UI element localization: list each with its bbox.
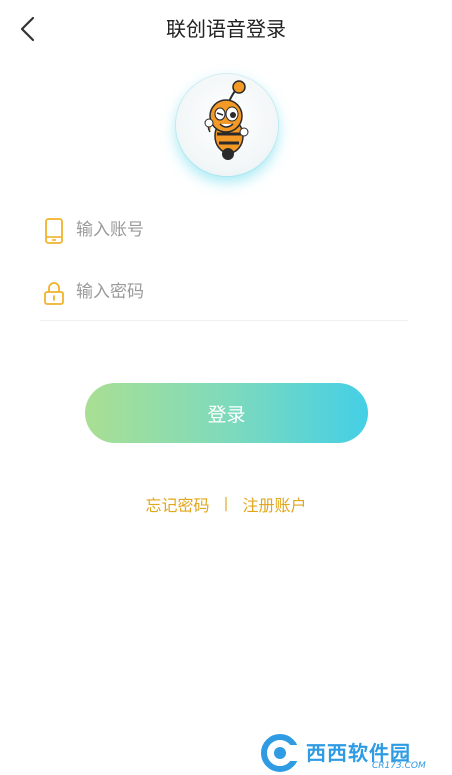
page-title: 联创语音登录: [166, 17, 286, 41]
bee-mascot-icon: [204, 80, 249, 160]
login-button[interactable]: 登录: [85, 383, 368, 443]
watermark: 西西软件园 CR173.COM: [252, 731, 452, 775]
account-input[interactable]: [76, 215, 396, 245]
header: 联创语音登录: [0, 0, 452, 56]
avatar: [176, 74, 278, 176]
watermark-logo-icon: [261, 734, 300, 772]
forgot-password-link[interactable]: 忘记密码: [146, 492, 210, 516]
register-link[interactable]: 注册账户: [242, 492, 306, 516]
password-field: [40, 263, 408, 321]
link-separator: |: [223, 496, 229, 512]
account-field: [40, 201, 408, 259]
lock-icon: [44, 282, 64, 305]
password-input[interactable]: [76, 277, 396, 307]
auth-links: 忘记密码 | 注册账户: [0, 492, 452, 516]
phone-icon: [45, 218, 63, 244]
watermark-subtext: CR173.COM: [372, 761, 426, 771]
